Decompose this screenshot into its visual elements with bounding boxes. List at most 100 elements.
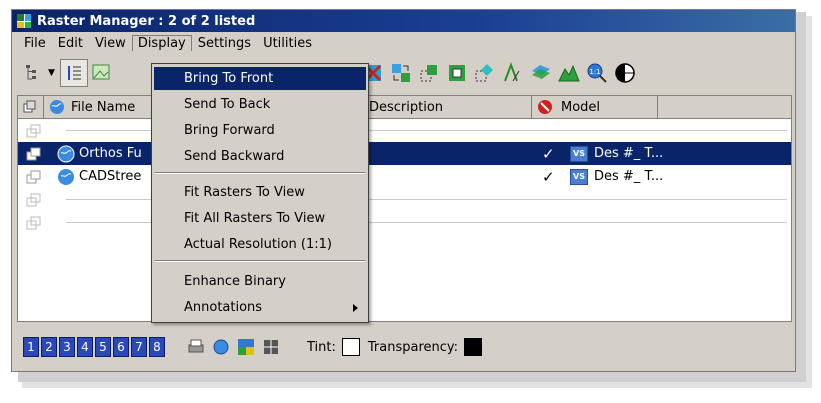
menu-item-enhance-binary[interactable]: Enhance Binary — [154, 270, 366, 293]
empty-row — [18, 211, 791, 234]
print-button[interactable] — [185, 336, 207, 358]
model-column-label: Model — [561, 99, 601, 115]
view-button-8[interactable]: 8 — [149, 337, 165, 357]
select-raster-button[interactable] — [415, 59, 443, 87]
transparency-label: Transparency: — [367, 339, 459, 355]
printer-icon — [188, 339, 204, 353]
menu-item-fit-rasters-to-view[interactable]: Fit Rasters To View — [154, 181, 366, 204]
view-button-2[interactable]: 2 — [41, 337, 57, 357]
menu-bar: File Edit View Display Settings Utilitie… — [12, 32, 795, 54]
file-name-cell: CADStree — [79, 169, 142, 184]
tree-view-icon — [26, 65, 36, 80]
warp-raster-icon — [504, 62, 520, 82]
half-circle-icon — [615, 63, 635, 83]
menu-item-actual-resolution[interactable]: Actual Resolution (1:1) — [154, 233, 366, 256]
layer-placeholder-icon — [26, 216, 41, 229]
terrain-raster-button[interactable] — [555, 59, 583, 87]
list-view-button[interactable] — [60, 59, 88, 87]
menu-view[interactable]: View — [89, 35, 132, 52]
submenu-arrow-icon — [353, 304, 358, 312]
menu-separator — [155, 260, 365, 262]
view-button-6[interactable]: 6 — [113, 337, 129, 357]
raster-grid-button[interactable] — [260, 336, 282, 358]
menu-utilities[interactable]: Utilities — [257, 35, 318, 52]
menu-item-bring-to-front[interactable]: Bring To Front — [154, 67, 366, 90]
transparency-swatch[interactable] — [464, 338, 483, 356]
view-button-3[interactable]: 3 — [59, 337, 75, 357]
view-button-5[interactable]: 5 — [95, 337, 111, 357]
tree-view-button[interactable] — [20, 59, 48, 87]
display-menu-dropdown: Bring To Front Send To Back Bring Forwar… — [151, 63, 369, 323]
menu-edit[interactable]: Edit — [52, 35, 89, 52]
view-button-1[interactable]: 1 — [23, 337, 39, 357]
raster-manager-app-icon — [17, 14, 31, 28]
file-name-column-label: File Name — [71, 99, 136, 115]
header-model[interactable]: Model — [532, 96, 658, 118]
raster-view-button[interactable] — [88, 59, 116, 87]
transform-raster-icon — [532, 65, 550, 79]
checkmark-icon[interactable]: ✓ — [542, 168, 555, 186]
header-display-column[interactable] — [18, 96, 44, 118]
raster-manager-window: Raster Manager : 2 of 2 listed File Edit… — [11, 9, 796, 372]
table-row[interactable]: Orthos Fu ✓ VS Des #_ T... — [18, 142, 791, 165]
toolbar: ▼ 1:1 — [12, 56, 795, 90]
title-bar[interactable]: Raster Manager : 2 of 2 listed — [12, 10, 795, 32]
transform-raster-button[interactable] — [527, 59, 555, 87]
header-description[interactable]: Description — [364, 96, 532, 118]
display-priority-button[interactable] — [611, 59, 639, 87]
menu-item-send-backward[interactable]: Send Backward — [154, 145, 366, 168]
menu-item-send-to-back[interactable]: Send To Back — [154, 93, 366, 116]
menu-item-fit-all-rasters-to-view[interactable]: Fit All Rasters To View — [154, 207, 366, 230]
menu-item-bring-forward[interactable]: Bring Forward — [154, 119, 366, 142]
globe-icon — [58, 168, 74, 185]
header-filler — [658, 96, 791, 118]
empty-row — [18, 119, 791, 142]
tint-label: Tint: — [307, 339, 336, 355]
tree-view-dropdown-arrow[interactable]: ▼ — [48, 68, 56, 78]
globe-toggle-button[interactable] — [210, 336, 232, 358]
raster-edit-icon — [92, 64, 110, 80]
menu-item-annotations[interactable]: Annotations — [154, 296, 366, 319]
model-cell: VS Des #_ T... — [570, 168, 664, 185]
terrain-raster-icon — [558, 64, 580, 82]
tint-swatch[interactable] — [341, 338, 360, 356]
menu-separator — [155, 172, 365, 174]
raster-list: File Name Description Model Orthos Fu ✓ … — [17, 95, 792, 322]
window-title: Raster Manager : 2 of 2 listed — [37, 13, 256, 29]
exchange-raster-button[interactable] — [387, 59, 415, 87]
globe-icon — [213, 339, 229, 355]
globe-icon — [50, 100, 64, 114]
empty-row — [18, 188, 791, 211]
checkmark-icon[interactable]: ✓ — [542, 145, 555, 163]
description-column-label: Description — [369, 99, 444, 115]
menu-file[interactable]: File — [18, 35, 52, 52]
menu-display[interactable]: Display — [131, 35, 192, 51]
model-cell: VS Des #_ T... — [570, 145, 664, 162]
list-view-icon — [68, 66, 81, 80]
clip-raster-button[interactable] — [443, 59, 471, 87]
model-icon: VS — [570, 145, 588, 162]
raster-toggle-button[interactable] — [235, 336, 257, 358]
move-raster-icon — [475, 64, 493, 82]
table-row[interactable]: CADStree ✓ VS Des #_ T... — [18, 165, 791, 188]
move-raster-button[interactable] — [471, 59, 499, 87]
layer-placeholder-icon — [26, 124, 41, 137]
view-button-4[interactable]: 4 — [77, 337, 93, 357]
column-header-row: File Name Description Model — [18, 96, 791, 119]
actual-resolution-button[interactable]: 1:1 — [583, 59, 611, 87]
raster-color-icon — [238, 339, 254, 355]
view-buttons: 1 2 3 4 5 6 7 8 — [23, 337, 167, 357]
layer-placeholder-icon — [26, 193, 41, 206]
warp-raster-button[interactable] — [499, 59, 527, 87]
layers-icon — [23, 100, 36, 113]
exchange-raster-icon — [392, 64, 410, 82]
file-name-cell: Orthos Fu — [79, 146, 142, 161]
model-name: Des #_ T... — [594, 169, 664, 184]
view-button-7[interactable]: 7 — [131, 337, 147, 357]
globe-icon — [57, 145, 75, 162]
layer-icon — [26, 147, 41, 160]
menu-settings[interactable]: Settings — [192, 35, 257, 52]
layer-icon — [26, 170, 41, 183]
model-name: Des #_ T... — [594, 146, 664, 161]
clip-raster-icon — [449, 65, 465, 81]
